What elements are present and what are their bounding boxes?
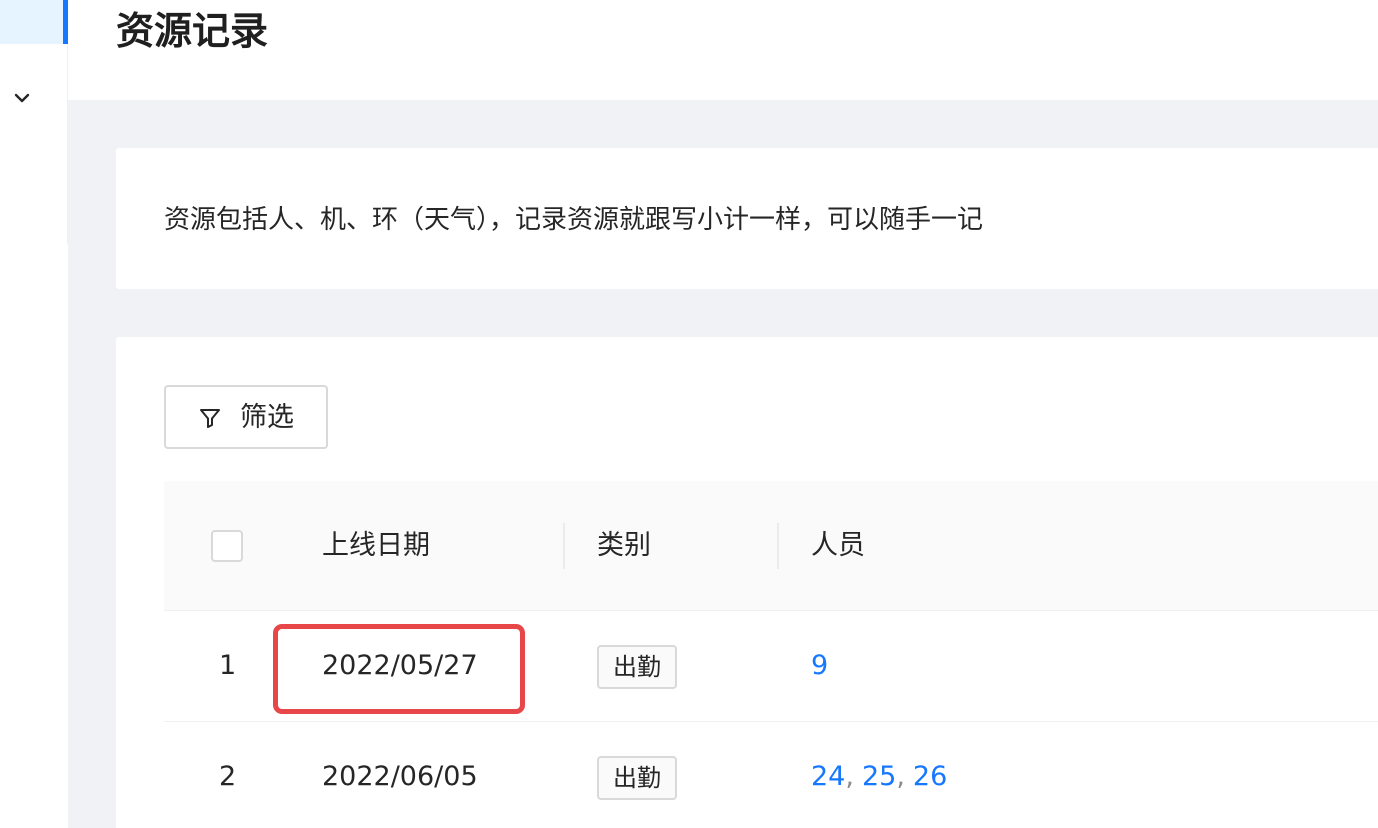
filter-button-label: 筛选 — [240, 402, 294, 433]
page-title: 资源记录 — [116, 9, 269, 53]
person-link[interactable]: 9 — [811, 650, 828, 681]
person-separator: , — [896, 761, 905, 792]
filter-icon — [200, 409, 220, 428]
column-header-persons[interactable]: 人员 — [811, 526, 865, 566]
page-header: 资源记录 — [68, 0, 1378, 100]
column-header-category[interactable]: 类别 — [597, 526, 651, 566]
table-card: 筛选 上线日期 类别 人员 1 2022/05/27 出勤 9 2 2022/0… — [116, 337, 1378, 828]
person-link[interactable]: 26 — [913, 761, 947, 792]
column-divider — [777, 523, 779, 569]
row-persons: 24, 25, 26 — [811, 757, 947, 797]
column-header-date[interactable]: 上线日期 — [322, 526, 430, 566]
category-tag: 出勤 — [597, 756, 677, 800]
sidebar — [0, 0, 68, 828]
category-tag: 出勤 — [597, 645, 677, 689]
person-separator: , — [845, 761, 854, 792]
row-date: 2022/05/27 — [322, 650, 478, 681]
select-all-checkbox[interactable] — [211, 530, 243, 562]
filter-button[interactable]: 筛选 — [164, 385, 328, 449]
sidebar-active-item[interactable] — [0, 0, 68, 44]
table-row[interactable]: 2 2022/06/05 出勤 24, 25, 26 — [164, 722, 1378, 828]
description-card: 资源包括人、机、环（天气），记录资源就跟写小计一样，可以随手一记 — [116, 148, 1378, 289]
column-divider — [563, 523, 565, 569]
row-persons: 9 — [811, 646, 828, 686]
person-link[interactable]: 25 — [862, 761, 896, 792]
row-date: 2022/06/05 — [322, 761, 478, 792]
table-header: 上线日期 类别 人员 — [164, 481, 1378, 611]
row-index: 2 — [219, 761, 237, 792]
person-link[interactable]: 24 — [811, 761, 845, 792]
row-index: 1 — [219, 650, 237, 681]
table-row[interactable]: 1 2022/05/27 出勤 9 — [164, 611, 1378, 722]
chevron-down-icon[interactable] — [12, 88, 32, 108]
description-text: 资源包括人、机、环（天气），记录资源就跟写小计一样，可以随手一记 — [164, 205, 984, 235]
